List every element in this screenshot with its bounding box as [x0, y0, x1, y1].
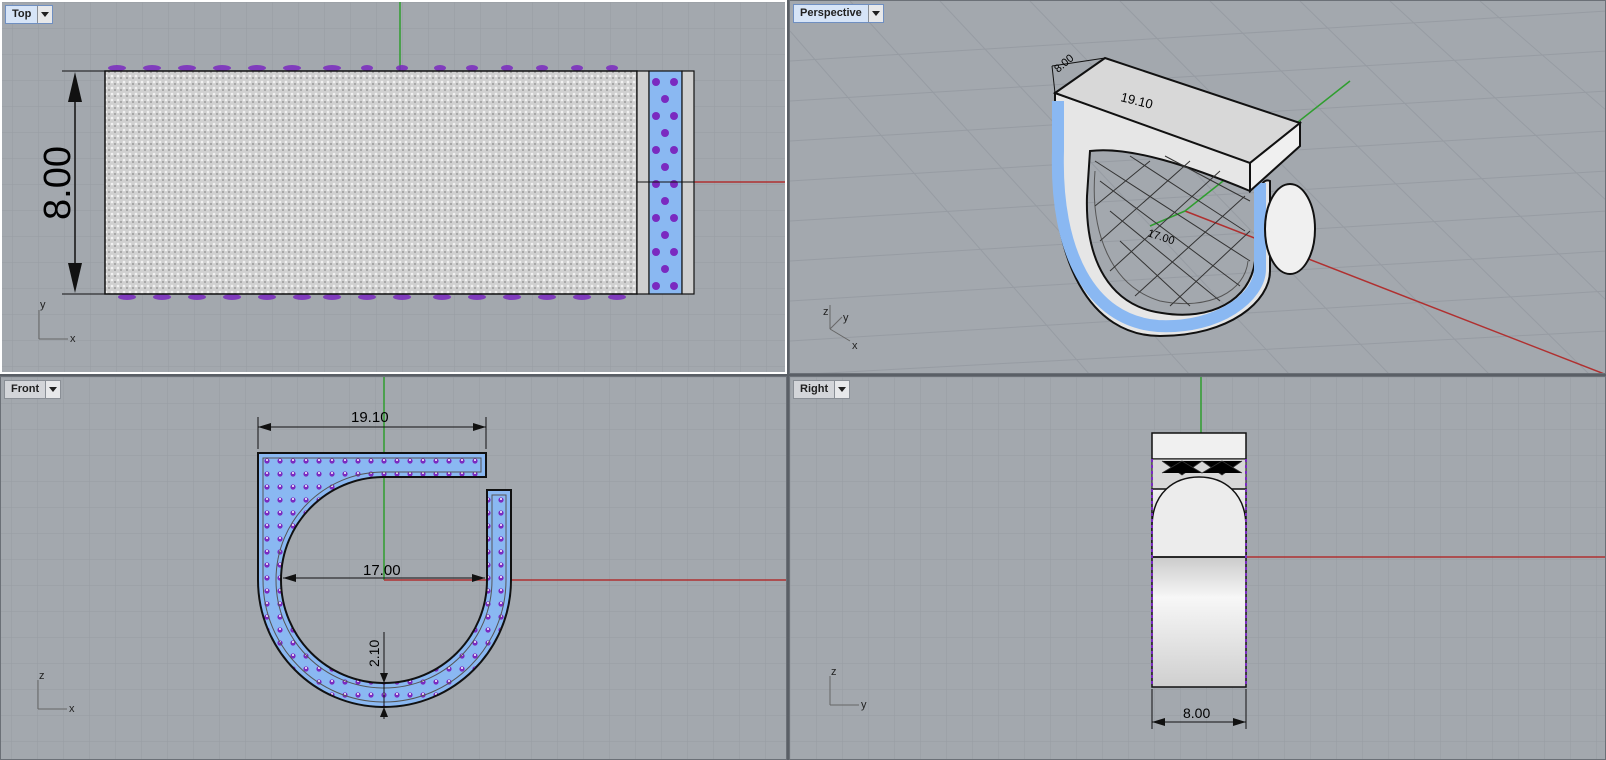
top-dimension-label: 8.00 — [37, 146, 79, 220]
front-dim-thickness: 2.10 — [366, 640, 382, 667]
viewport-tab-front[interactable]: Front — [4, 380, 62, 399]
viewport-tab-perspective[interactable]: Perspective — [793, 4, 884, 23]
dropdown-arrow-icon[interactable] — [45, 381, 61, 398]
front-dim-inner: 17.00 — [363, 562, 401, 579]
viewport-title: Top — [12, 8, 32, 20]
dropdown-arrow-icon[interactable] — [37, 6, 53, 23]
svg-text:y: y — [861, 699, 867, 711]
right-view-canvas[interactable]: 8.00 z y — [790, 377, 1606, 760]
svg-text:x: x — [852, 340, 858, 352]
viewport-title: Right — [800, 383, 829, 395]
svg-text:y: y — [40, 299, 46, 311]
ring-top-face — [104, 70, 638, 295]
svg-text:x: x — [69, 703, 75, 715]
viewport-front[interactable]: 19.10 17.00 2.10 z x Front — [0, 376, 787, 760]
perspective-dim-depth: 8.00 — [1052, 52, 1076, 75]
axis-indicator-3d: z y x — [823, 305, 858, 352]
gem-row-top — [108, 65, 618, 71]
front-dim-width: 19.10 — [351, 409, 389, 426]
viewport-title: Front — [11, 383, 40, 395]
svg-text:z: z — [39, 670, 45, 682]
svg-text:x: x — [70, 333, 76, 345]
viewport-perspective[interactable]: 19.10 8.00 17.00 z y x Perspective — [789, 0, 1606, 374]
right-top-slab — [1151, 432, 1247, 460]
front-view-canvas[interactable]: 19.10 17.00 2.10 z x — [1, 377, 787, 760]
dropdown-arrow-icon[interactable] — [867, 5, 883, 22]
viewport-title: Perspective — [800, 7, 862, 19]
perspective-view-canvas[interactable]: 19.10 8.00 17.00 z y x — [790, 1, 1606, 374]
viewport-right[interactable]: 8.00 z y Right — [789, 376, 1606, 760]
viewport-tab-right[interactable]: Right — [793, 380, 851, 399]
svg-text:y: y — [843, 312, 849, 324]
gem-row-bottom — [118, 294, 626, 300]
viewport-tab-top[interactable]: Top — [5, 5, 54, 24]
viewport-top[interactable]: 8.00 y x Top — [0, 0, 787, 374]
dropdown-arrow-icon[interactable] — [834, 381, 850, 398]
top-view-canvas[interactable]: 8.00 y x — [2, 2, 787, 374]
svg-text:z: z — [831, 666, 837, 678]
right-dim-width: 8.00 — [1183, 705, 1210, 721]
svg-text:z: z — [823, 306, 829, 318]
